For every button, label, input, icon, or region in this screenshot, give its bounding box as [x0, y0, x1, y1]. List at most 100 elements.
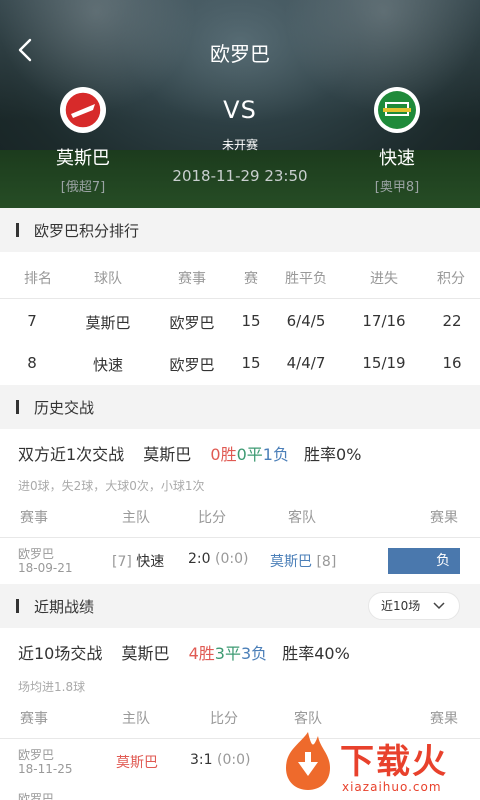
summary-team: 莫斯巴	[143, 445, 192, 464]
summary-prefix: 双方近1次交战	[18, 445, 125, 464]
rank: 7	[27, 312, 37, 330]
home-team-name: 莫斯巴	[56, 148, 110, 169]
section-marker	[16, 400, 19, 414]
table-row[interactable]: 7 莫斯巴 欧罗巴 15 6/4/5 17/16 22	[0, 310, 480, 350]
match-league: 欧罗巴	[18, 547, 55, 561]
section-title: 近期战绩	[34, 598, 95, 616]
goals: 15/19	[362, 354, 406, 372]
summary-rate: 胜率40%	[282, 644, 350, 663]
summary-loss: 1负	[262, 445, 289, 464]
summary-win: 0胜	[210, 445, 237, 464]
section-title: 欧罗巴积分排行	[34, 222, 140, 240]
h2h-section-header: 历史交战	[0, 385, 480, 429]
column-header: 胜平负	[285, 271, 327, 287]
score: 3:1	[190, 752, 213, 768]
column-header: 客队	[288, 510, 316, 526]
half-score: (0:0)	[214, 551, 249, 567]
goals: 17/16	[362, 312, 406, 330]
flame-logo-icon	[286, 732, 330, 790]
recent-summary: 近10场交战 莫斯巴 4胜3平3负 胜率40%	[18, 640, 350, 664]
match-date: 18-11-25	[18, 762, 73, 776]
recent-note: 场均进1.8球	[18, 680, 86, 694]
match-header: 欧罗巴 莫斯巴 [俄超7] VS 未开赛 2018-11-29 23:50 快速…	[0, 0, 480, 208]
h2h-note: 进0球，失2球，大球0次，小球1次	[18, 479, 205, 493]
column-header: 赛	[244, 271, 258, 287]
match-detail-page: 欧罗巴 莫斯巴 [俄超7] VS 未开赛 2018-11-29 23:50 快速…	[0, 0, 480, 800]
watermark-url: xiazaihuo.com	[342, 780, 442, 794]
watermark-text: 下载火	[340, 742, 448, 782]
summary-team: 莫斯巴	[121, 644, 170, 663]
h2h-summary: 双方近1次交战 莫斯巴 0胜0平1负 胜率0%	[18, 441, 361, 465]
home-rank: [7]	[112, 554, 132, 570]
team: 快速	[92, 356, 123, 374]
standings-table: 排名 球队 赛事 赛 胜平负 进失 积分 7 莫斯巴 欧罗巴 15 6/4/5 …	[0, 252, 480, 385]
points: 22	[442, 312, 462, 330]
divider	[0, 298, 480, 299]
win-draw-loss: 4/4/7	[286, 354, 326, 372]
match-status: 未开赛	[221, 138, 258, 152]
league: 欧罗巴	[169, 356, 215, 374]
section-marker	[16, 223, 19, 237]
home-team-logo	[59, 86, 107, 134]
match-date: 18-09-21	[18, 561, 73, 575]
match-datetime: 2018-11-29 23:50	[172, 167, 308, 185]
points: 16	[442, 354, 462, 372]
played: 15	[241, 312, 261, 330]
home-team-league: [俄超7]	[60, 180, 106, 195]
home-team: 莫斯巴	[116, 755, 158, 771]
column-header: 赛事	[20, 510, 48, 526]
rank: 8	[27, 354, 37, 372]
away-rank: [8]	[316, 554, 337, 570]
vs-label: VS	[223, 96, 257, 124]
column-header: 比分	[210, 711, 238, 727]
win-draw-loss: 6/4/5	[286, 312, 326, 330]
column-header: 主队	[122, 711, 150, 727]
standings-section-header: 欧罗巴积分排行	[0, 208, 480, 252]
page-title: 欧罗巴	[210, 42, 270, 66]
section-title: 历史交战	[34, 399, 95, 417]
league: 欧罗巴	[169, 314, 215, 332]
section-marker	[16, 599, 19, 613]
away-team-logo	[373, 86, 421, 134]
match-count-dropdown[interactable]: 近10场	[368, 592, 460, 620]
result-badge: 负	[388, 548, 460, 574]
played: 15	[241, 354, 261, 372]
half-score: (0:0)	[216, 752, 251, 768]
column-header: 赛果	[430, 711, 458, 727]
summary-win: 4胜	[188, 644, 215, 663]
home-team[interactable]: 莫斯巴 [俄超7]	[28, 86, 138, 195]
summary-draw: 0平	[236, 445, 263, 464]
match-league: 欧罗巴	[18, 748, 55, 762]
recent-section-header: 近期战绩 近10场	[0, 584, 480, 628]
table-header: 排名 球队 赛事 赛 胜平负 进失 积分	[0, 256, 480, 296]
column-header: 客队	[294, 711, 322, 727]
score: 2:0	[188, 551, 211, 567]
column-header: 主队	[122, 510, 150, 526]
column-header: 赛果	[430, 510, 458, 526]
column-header: 球队	[94, 271, 122, 287]
match-league: 欧罗巴	[18, 792, 55, 800]
table-row[interactable]: 欧罗巴 18-09-21 [7] 快速 2:0 (0:0) 莫斯巴 [8] 负	[0, 541, 480, 581]
summary-rate: 胜率0%	[304, 445, 362, 464]
divider	[0, 537, 480, 538]
column-header: 积分	[437, 271, 465, 287]
column-header: 比分	[198, 510, 226, 526]
match-info: VS 未开赛 2018-11-29 23:50	[150, 96, 330, 185]
summary-loss: 3负	[240, 644, 268, 663]
chevron-down-icon	[433, 602, 445, 610]
watermark: 下载火 xiazaihuo.com	[278, 728, 478, 800]
away-team[interactable]: 快速 [奥甲8]	[342, 86, 452, 195]
dropdown-value: 近10场	[381, 599, 421, 613]
away-team: 莫斯巴	[270, 554, 312, 570]
team: 莫斯巴	[85, 314, 131, 332]
h2h-panel: 双方近1次交战 莫斯巴 0胜0平1负 胜率0% 进0球，失2球，大球0次，小球1…	[0, 429, 480, 584]
away-team-league: [奥甲8]	[374, 180, 420, 195]
column-header: 赛事	[178, 271, 206, 287]
column-header: 排名	[24, 271, 52, 287]
summary-draw: 3平	[214, 644, 241, 663]
column-header: 进失	[370, 271, 398, 287]
home-team: 快速	[136, 554, 165, 570]
column-header: 赛事	[20, 711, 48, 727]
summary-prefix: 近10场交战	[18, 644, 103, 663]
away-team-name: 快速	[379, 148, 415, 169]
